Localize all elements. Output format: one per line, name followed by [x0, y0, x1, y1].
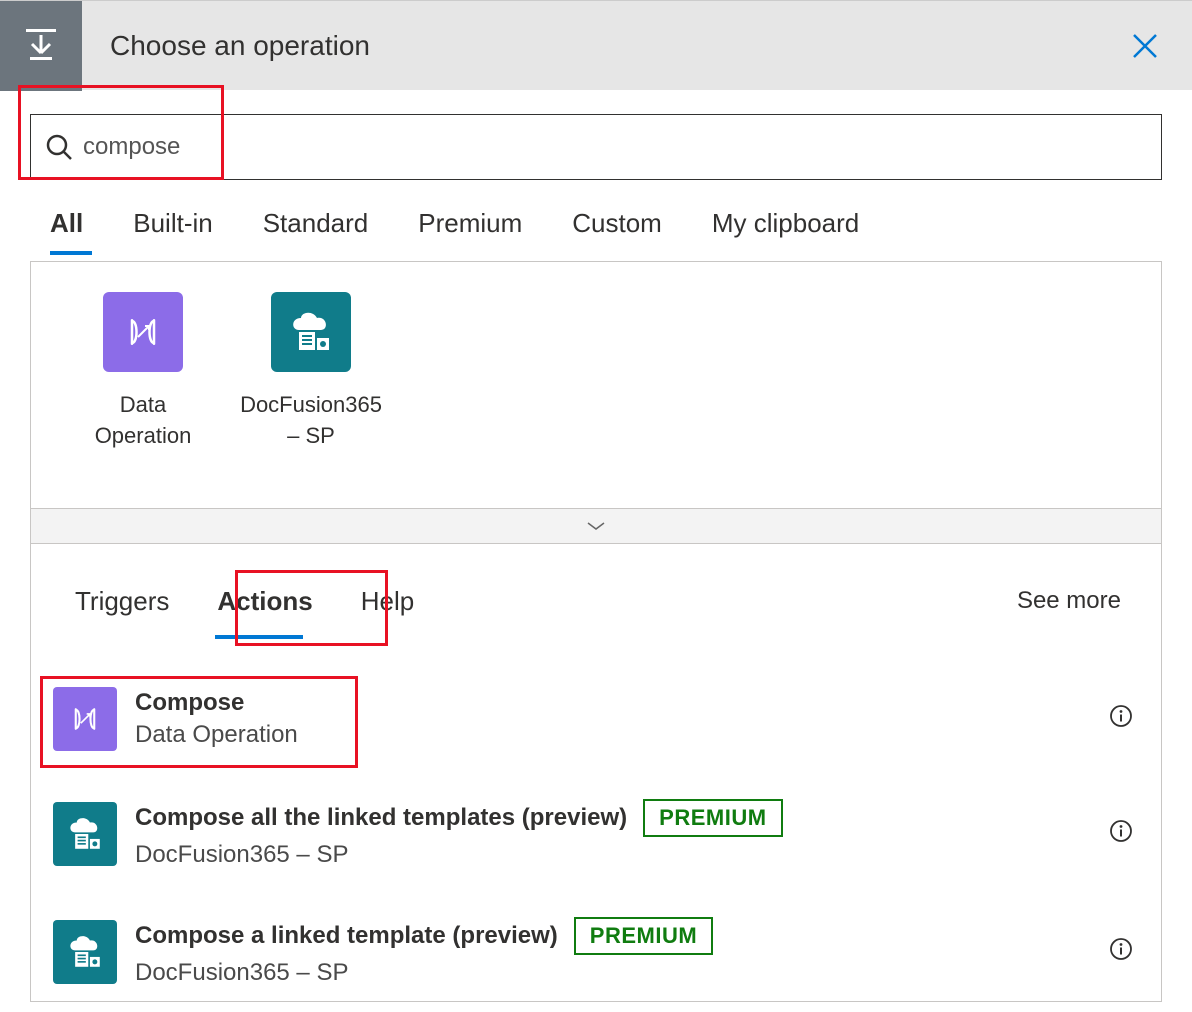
- tab-actions[interactable]: Actions: [213, 580, 316, 623]
- chevron-down-icon: [586, 520, 606, 532]
- close-button[interactable]: [1130, 31, 1160, 61]
- see-more-link[interactable]: See more: [1017, 587, 1121, 615]
- search-box[interactable]: [30, 114, 1162, 180]
- operation-header-icon: [20, 25, 62, 67]
- action-list: Compose Data Operation: [31, 673, 1161, 1001]
- tab-triggers[interactable]: Triggers: [71, 580, 173, 623]
- docfusion-icon: [53, 802, 117, 866]
- docfusion-icon: [271, 292, 351, 372]
- info-icon: [1109, 819, 1133, 843]
- connector-label: DocFusion365 – SP: [240, 390, 382, 452]
- info-icon: [1109, 937, 1133, 961]
- search-input[interactable]: [83, 133, 1147, 161]
- connector-label: Data Operation: [83, 390, 203, 452]
- action-subtitle: DocFusion365 – SP: [135, 959, 1109, 987]
- search-icon: [45, 133, 73, 161]
- header-bar: Choose an operation: [0, 0, 1192, 90]
- action-title: Compose a linked template (preview): [135, 922, 558, 950]
- info-button[interactable]: [1109, 819, 1133, 848]
- action-subtitle: Data Operation: [135, 721, 1109, 749]
- action-title: Compose all the linked templates (previe…: [135, 804, 627, 832]
- info-button[interactable]: [1109, 937, 1133, 966]
- header-title: Choose an operation: [110, 30, 1130, 62]
- data-operation-icon: [53, 687, 117, 751]
- data-operation-icon: [103, 292, 183, 372]
- tab-custom[interactable]: Custom: [572, 208, 662, 249]
- info-button[interactable]: [1109, 704, 1133, 733]
- action-compose-linked-template[interactable]: Compose a linked template (preview) PREM…: [31, 903, 1161, 1001]
- action-text: Compose all the linked templates (previe…: [135, 799, 1109, 869]
- tab-built-in[interactable]: Built-in: [133, 208, 212, 249]
- header-icon: [0, 1, 82, 91]
- info-icon: [1109, 704, 1133, 728]
- connector-docfusion[interactable]: DocFusion365 – SP: [251, 292, 371, 452]
- main-panel: Data Operation DocFusion365 – SP: [30, 261, 1162, 1002]
- action-subtitle: DocFusion365 – SP: [135, 841, 1109, 869]
- tab-help[interactable]: Help: [357, 580, 418, 623]
- search-row: [0, 90, 1192, 180]
- action-text: Compose a linked template (preview) PREM…: [135, 917, 1109, 987]
- sub-tabs-row: Triggers Actions Help See more: [31, 544, 1161, 633]
- connectors-grid: Data Operation DocFusion365 – SP: [31, 262, 1161, 508]
- docfusion-icon: [53, 920, 117, 984]
- action-text: Compose Data Operation: [135, 689, 1109, 749]
- action-title: Compose: [135, 689, 244, 717]
- action-compose-linked-templates[interactable]: Compose all the linked templates (previe…: [31, 785, 1161, 883]
- close-icon: [1130, 31, 1160, 61]
- tab-all[interactable]: All: [50, 208, 83, 249]
- expand-bar[interactable]: [31, 508, 1161, 544]
- connector-data-operation[interactable]: Data Operation: [83, 292, 203, 452]
- tab-my-clipboard[interactable]: My clipboard: [712, 208, 859, 249]
- tab-premium[interactable]: Premium: [418, 208, 522, 249]
- sub-tabs: Triggers Actions Help: [71, 580, 418, 623]
- premium-badge: PREMIUM: [574, 917, 713, 955]
- category-tabs: All Built-in Standard Premium Custom My …: [0, 180, 1192, 249]
- tab-standard[interactable]: Standard: [263, 208, 369, 249]
- premium-badge: PREMIUM: [643, 799, 782, 837]
- action-compose[interactable]: Compose Data Operation: [31, 673, 1161, 765]
